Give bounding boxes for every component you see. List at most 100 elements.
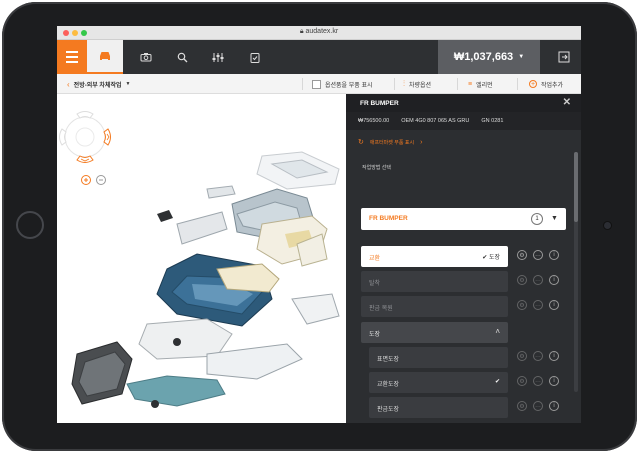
- row-actions: ⚙ … i: [517, 250, 573, 264]
- part-oem: OEM 4G0 807 065 AS GRU: [401, 118, 470, 124]
- zoom-out-icon[interactable]: [96, 175, 106, 185]
- tab-car-front[interactable]: [87, 40, 123, 74]
- memo-button[interactable]: ≡ 엘리먼: [468, 74, 493, 94]
- search-icon: [177, 52, 187, 62]
- gear-icon[interactable]: ⚙: [517, 376, 527, 386]
- row-label: 도장: [369, 332, 381, 338]
- sliders-icon: [212, 52, 224, 62]
- toolbar: ‹ 전방-외부 차체작업 ▼ 옵션품을 부품 표시 ⫶ 차량옵션 ≡ 엘리먼 +…: [57, 74, 581, 94]
- caret-down-icon: ▼: [518, 54, 525, 60]
- row-check: ✔: [494, 379, 500, 385]
- tab-checklist[interactable]: [237, 40, 273, 74]
- comment-icon[interactable]: …: [533, 300, 543, 310]
- paint-row-replace[interactable]: 교환도장 ✔: [369, 372, 508, 393]
- comment-icon[interactable]: …: [533, 250, 543, 260]
- row-label: 판금도장: [377, 407, 400, 413]
- work-row-sheet-metal[interactable]: 판금 복원: [361, 296, 508, 317]
- row-actions: ⚙ … i: [517, 300, 573, 314]
- checkbox-icon[interactable]: [312, 79, 321, 89]
- info-icon[interactable]: i: [549, 351, 559, 361]
- vehicle-options-label: 차량옵션: [409, 82, 432, 89]
- exit-button[interactable]: [547, 40, 581, 74]
- row-label: 표면도장: [377, 357, 400, 363]
- camera-icon: [140, 53, 152, 62]
- row-actions: ⚙ … i: [517, 351, 573, 365]
- breadcrumb-label: 전방-외부 차체작업: [73, 82, 122, 89]
- work-method-select[interactable]: FR BUMPER 1 ▼: [361, 208, 566, 230]
- total-price: ₩1,037,663: [453, 51, 514, 63]
- info-icon[interactable]: i: [549, 250, 559, 260]
- gear-icon[interactable]: ⚙: [517, 351, 527, 361]
- part-detail-panel: FR BUMPER ✕ ₩756500.00 OEM 4G0 807 065 A…: [346, 94, 581, 423]
- tab-sliders[interactable]: [200, 40, 236, 74]
- show-option-parts-toggle[interactable]: 옵션품을 부품 표시: [312, 74, 373, 94]
- comment-icon[interactable]: …: [533, 376, 543, 386]
- chevron-right-icon: ›: [420, 138, 423, 146]
- car-front-icon: [100, 52, 110, 60]
- total-price-dropdown[interactable]: ₩1,037,663 ▼: [438, 40, 540, 74]
- exploded-car-diagram[interactable]: [57, 94, 346, 423]
- row-actions: ⚙ … i: [517, 401, 573, 415]
- url-text: audatex.kr: [305, 28, 339, 35]
- aftermarket-parts-label: 애프터마켓 부품 표시: [369, 139, 415, 146]
- row-label: 교환: [369, 256, 381, 262]
- info-icon[interactable]: i: [549, 275, 559, 285]
- paint-row-surface[interactable]: 표면도장: [369, 347, 508, 368]
- close-icon[interactable]: ✕: [563, 97, 571, 108]
- method-label: 작업방법 선택: [362, 165, 391, 171]
- swap-icon: ↻: [358, 139, 364, 146]
- zoom-in-icon[interactable]: [81, 175, 91, 185]
- browser-bar: 🔒︎ audatex.kr: [57, 26, 581, 40]
- home-button[interactable]: [16, 211, 44, 239]
- work-row-detach[interactable]: 탈착: [361, 271, 508, 292]
- row-label: 판금 복원: [369, 306, 393, 312]
- memo-label: 엘리먼: [476, 82, 493, 89]
- vehicle-options-button[interactable]: ⫶ 차량옵션: [403, 74, 431, 94]
- tab-search[interactable]: [164, 40, 200, 74]
- gear-icon[interactable]: ⚙: [517, 300, 527, 310]
- tab-camera[interactable]: [128, 40, 164, 74]
- row-check: ✔ 도장: [482, 255, 500, 261]
- paint-group-header[interactable]: 도장 ˄: [361, 322, 508, 343]
- work-method-count: 1: [531, 213, 543, 225]
- panel-header: FR BUMPER ✕: [346, 94, 581, 112]
- caret-down-icon: ▼: [551, 215, 558, 222]
- row-actions: ⚙ … i: [517, 376, 573, 390]
- rotate-control[interactable]: [59, 111, 111, 163]
- part-gn: GN 0281: [481, 118, 504, 124]
- 3d-parts-viewer[interactable]: [57, 94, 346, 423]
- info-icon[interactable]: i: [549, 376, 559, 386]
- add-work-button[interactable]: + 작업추가: [529, 74, 563, 94]
- chevron-left-icon: ‹: [67, 79, 70, 89]
- comment-icon[interactable]: …: [533, 275, 543, 285]
- url-bar[interactable]: 🔒︎ audatex.kr: [57, 28, 581, 36]
- info-icon[interactable]: i: [549, 300, 559, 310]
- scrollbar-thumb[interactable]: [574, 152, 578, 222]
- lock-icon: 🔒︎: [299, 28, 304, 35]
- panel-scrollbar[interactable]: [574, 152, 578, 392]
- exit-icon: [558, 51, 570, 63]
- gear-icon[interactable]: ⚙: [517, 250, 527, 260]
- comment-icon[interactable]: …: [533, 401, 543, 411]
- breadcrumb[interactable]: ‹ 전방-외부 차체작업 ▼: [67, 74, 130, 94]
- comment-icon[interactable]: …: [533, 351, 543, 361]
- row-label: 탈착: [369, 281, 381, 287]
- show-option-parts-label: 옵션품을 부품 표시: [325, 82, 373, 89]
- gear-icon[interactable]: ⚙: [517, 401, 527, 411]
- paint-row-sheet-metal[interactable]: 판금도장: [369, 397, 508, 418]
- info-icon[interactable]: i: [549, 401, 559, 411]
- hamburger-menu-button[interactable]: [57, 40, 87, 74]
- aftermarket-parts-link[interactable]: ↻ 애프터마켓 부품 표시 ›: [346, 130, 581, 154]
- chevron-down-icon: ▼: [125, 81, 131, 87]
- work-method-value: FR BUMPER: [369, 215, 408, 222]
- sliders-icon: ⫶: [403, 79, 405, 88]
- work-row-replace[interactable]: 교환 ✔ 도장: [361, 246, 508, 267]
- part-price: ₩756500.00: [358, 118, 390, 124]
- gear-icon[interactable]: ⚙: [517, 275, 527, 285]
- part-info-row: ₩756500.00 OEM 4G0 807 065 AS GRU GN 028…: [346, 112, 581, 130]
- plus-circle-icon: +: [529, 80, 537, 88]
- row-label: 교환도장: [377, 382, 400, 388]
- camera-lens: [604, 222, 611, 229]
- add-work-label: 작업추가: [541, 82, 564, 89]
- panel-title: FR BUMPER: [360, 99, 399, 107]
